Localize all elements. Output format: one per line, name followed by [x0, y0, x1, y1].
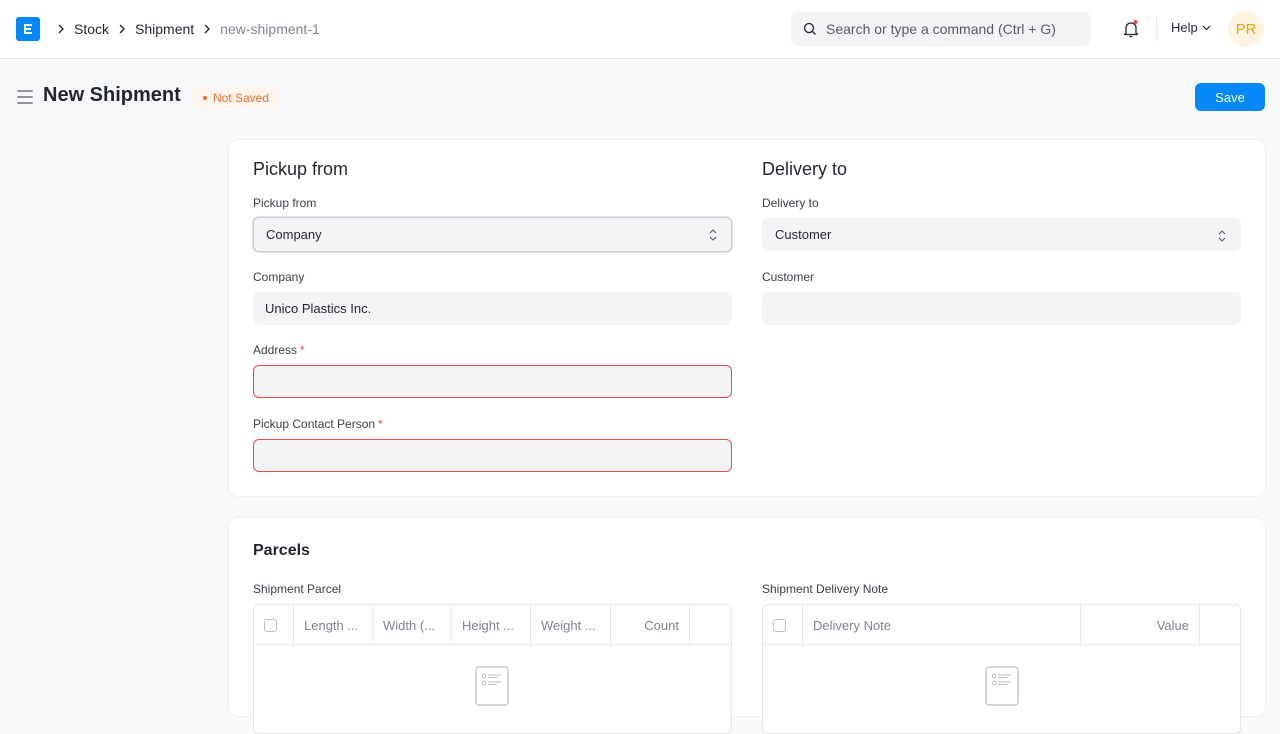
column-header-count[interactable]: Count — [611, 605, 690, 645]
breadcrumb-stock[interactable]: Stock — [74, 21, 109, 37]
required-mark: * — [378, 417, 383, 431]
pickup-from-select[interactable]: Company — [253, 217, 732, 252]
erpnext-logo-icon — [24, 24, 32, 34]
pickup-contact-label-text: Pickup Contact Person — [253, 417, 376, 431]
search-placeholder: Search or type a command (Ctrl + G) — [826, 21, 1056, 37]
select-all-cell — [254, 605, 294, 645]
status-dot-icon — [203, 95, 207, 100]
address-label-text: Address — [253, 343, 298, 357]
shipment-parcel-label: Shipment Parcel — [253, 582, 342, 596]
avatar[interactable]: PR — [1228, 11, 1264, 47]
empty-list-icon — [475, 666, 509, 706]
company-value: Unico Plastics Inc. — [265, 301, 372, 316]
pickup-contact-label: Pickup Contact Person * — [253, 417, 383, 431]
page-title: New Shipment — [43, 84, 181, 106]
help-dropdown[interactable]: Help — [1171, 20, 1211, 35]
chevron-right-icon — [54, 22, 68, 36]
shipment-delivery-note-label: Shipment Delivery Note — [762, 582, 889, 596]
required-mark: * — [300, 343, 305, 357]
select-all-checkbox[interactable] — [773, 618, 786, 632]
column-settings-cell — [690, 605, 731, 645]
pickup-section-title: Pickup from — [253, 159, 349, 179]
delivery-section-title: Delivery to — [762, 159, 848, 179]
chevron-right-icon — [115, 22, 129, 36]
customer-input[interactable] — [762, 292, 1241, 325]
company-label: Company — [253, 270, 305, 284]
bell-icon — [1123, 20, 1139, 38]
search-input[interactable]: Search or type a command (Ctrl + G) — [791, 12, 1091, 46]
parcels-section: Parcels Shipment Parcel Length ... Width… — [228, 517, 1266, 734]
save-button[interactable]: Save — [1195, 83, 1265, 111]
pickup-contact-input[interactable] — [253, 439, 732, 472]
chevron-down-icon — [1202, 25, 1211, 30]
column-header-delivery-note[interactable]: Delivery Note — [803, 605, 1081, 645]
shipment-delivery-note-table: Delivery Note Value — [762, 604, 1241, 734]
column-header-weight[interactable]: Weight ... — [531, 605, 611, 645]
column-header-length[interactable]: Length ... — [294, 605, 373, 645]
column-header-value[interactable]: Value — [1081, 605, 1200, 645]
divider — [1156, 17, 1157, 41]
empty-list-icon — [985, 666, 1019, 706]
navbar: Stock Shipment new-shipment-1 Search or … — [0, 0, 1280, 59]
breadcrumb: Stock Shipment new-shipment-1 — [52, 0, 324, 58]
select-updown-icon — [709, 229, 717, 241]
address-section: Pickup from Pickup from Company Company … — [228, 139, 1266, 497]
pickup-from-value: Company — [266, 227, 322, 242]
breadcrumb-current: new-shipment-1 — [220, 21, 320, 37]
select-updown-icon — [1218, 230, 1226, 242]
company-input[interactable]: Unico Plastics Inc. — [253, 292, 732, 325]
column-settings-cell — [1200, 605, 1240, 645]
sidebar-toggle-icon[interactable] — [17, 90, 33, 104]
app-logo[interactable] — [16, 17, 40, 41]
pickup-from-label: Pickup from — [253, 196, 317, 210]
delivery-to-label: Delivery to — [762, 196, 819, 210]
address-input[interactable] — [253, 365, 732, 398]
help-label: Help — [1171, 20, 1198, 35]
status-badge-label: Not Saved — [213, 90, 270, 105]
select-all-cell — [763, 605, 803, 645]
table-header: Delivery Note Value — [763, 605, 1240, 645]
column-header-width[interactable]: Width (... — [373, 605, 452, 645]
delivery-to-value: Customer — [775, 227, 832, 242]
address-label: Address * — [253, 343, 305, 357]
column-header-height[interactable]: Height ... — [452, 605, 531, 645]
table-header: Length ... Width (... Height ... Weight … — [254, 605, 731, 645]
parcels-section-title: Parcels — [253, 542, 310, 559]
select-all-checkbox[interactable] — [264, 618, 277, 632]
chevron-right-icon — [200, 22, 214, 36]
delivery-to-select[interactable]: Customer — [762, 218, 1241, 251]
status-badge: Not Saved — [194, 86, 279, 109]
shipment-parcel-table: Length ... Width (... Height ... Weight … — [253, 604, 732, 734]
customer-label: Customer — [762, 270, 815, 284]
notifications-button[interactable] — [1121, 18, 1141, 40]
breadcrumb-shipment[interactable]: Shipment — [135, 21, 194, 37]
search-icon — [803, 22, 816, 35]
